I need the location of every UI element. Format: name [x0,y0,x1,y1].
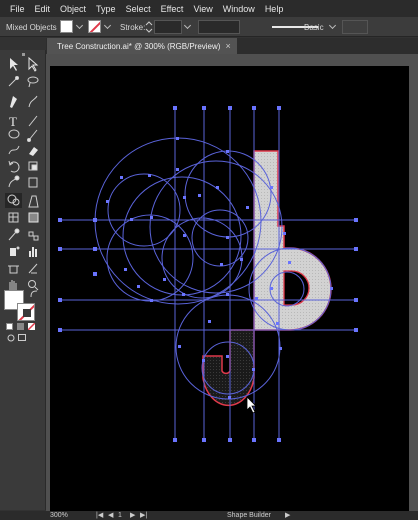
stroke-dropdown-icon[interactable] [103,21,112,30]
last-artboard-icon[interactable]: ▶| [140,511,147,520]
blend-tool-icon[interactable] [28,231,39,241]
scale-tool-icon[interactable] [28,161,38,171]
rotate-tool-icon[interactable] [8,160,20,173]
cursor-icon [246,396,257,414]
draw-normal-icon[interactable] [7,334,15,342]
color-mode-icon[interactable] [6,323,13,330]
variable-width-field[interactable] [198,20,240,34]
fill-swatch[interactable] [60,20,73,33]
menu-select[interactable]: Select [121,4,156,14]
tools-grid: T [5,53,39,291]
artboard[interactable] [50,66,409,511]
selection-label: Mixed Objects [6,22,57,32]
style-label: Basic [304,22,324,32]
slice-tool-icon[interactable] [28,263,38,274]
hand-tool-icon[interactable] [9,280,17,290]
paintbrush-tool-icon[interactable] [27,129,38,142]
pen-tool-icon[interactable] [10,96,17,108]
menu-bar: File Edit Object Type Select Effect View… [0,0,418,17]
style-dropdown-icon[interactable] [328,21,337,30]
artwork [58,106,358,442]
graph-tool-icon[interactable] [29,247,37,257]
gradient-mode-icon[interactable] [17,323,24,330]
direct-selection-tool-icon[interactable] [28,56,39,72]
status-menu-icon[interactable]: ▶ [285,511,290,520]
warp-tool-icon[interactable] [8,175,20,188]
first-artboard-icon[interactable]: |◀ [96,511,103,520]
gradient-tool-icon[interactable] [28,212,39,223]
eraser-tool-icon[interactable] [29,147,38,156]
stroke-label: Stroke: [120,22,146,32]
status-bar: 300% |◀ ◀ 1 ▶ ▶| Shape Builder ▶ [0,511,418,520]
symbol-sprayer-tool-icon[interactable] [10,246,20,256]
menu-edit[interactable]: Edit [30,4,56,14]
swap-colors-icon[interactable] [30,290,38,298]
zoom-level[interactable]: 300% [50,511,68,520]
document-tab-title: Tree Construction.ai* @ 300% (RGB/Previe… [57,41,221,51]
opacity-field[interactable] [342,20,368,34]
type-tool-icon[interactable]: T [9,114,17,129]
magic-wand-tool-icon[interactable] [8,76,19,87]
menu-object[interactable]: Object [55,4,91,14]
perspective-tool-icon[interactable] [28,195,39,208]
stroke-color-swatch[interactable] [17,303,35,321]
none-mode-icon[interactable] [28,323,35,330]
menu-help[interactable]: Help [260,4,289,14]
svg-text:T: T [9,114,17,129]
none-stroke-icon [89,21,100,32]
menu-view[interactable]: View [188,4,217,14]
control-bar: Mixed Objects Stroke: Basic [0,17,418,37]
lasso-tool-icon[interactable] [27,76,39,88]
fill-dropdown-icon[interactable] [75,21,84,30]
free-transform-tool-icon[interactable] [28,177,38,188]
close-icon[interactable]: × [225,41,230,51]
zoom-tool-icon[interactable] [28,280,39,291]
current-tool-label: Shape Builder [227,512,271,519]
ellipse-tool-icon[interactable] [8,129,20,139]
line-tool-icon[interactable] [28,115,38,127]
menu-type[interactable]: Type [91,4,121,14]
stroke-swatch[interactable] [88,20,101,33]
menu-file[interactable]: File [5,4,30,14]
curvature-tool-icon[interactable] [28,95,38,108]
document-tab[interactable]: Tree Construction.ai* @ 300% (RGB/Previe… [47,38,237,54]
mesh-tool-icon[interactable] [8,212,19,223]
none-stroke-icon [18,304,34,320]
selection-tool-icon[interactable] [10,58,18,71]
stroke-weight-dropdown-icon[interactable] [183,21,192,30]
shaper-tool-icon[interactable] [8,145,20,155]
stroke-weight-field[interactable] [154,20,182,34]
screen-mode-icon[interactable] [18,334,26,342]
next-artboard-icon[interactable]: ▶ [130,511,135,520]
menu-effect[interactable]: Effect [156,4,189,14]
prev-artboard-icon[interactable]: ◀ [108,511,113,520]
menu-window[interactable]: Window [218,4,260,14]
eyedropper-tool-icon[interactable] [8,228,20,241]
artboard-tool-icon[interactable] [8,265,19,274]
tools-panel: T [0,50,46,510]
artboard-number[interactable]: 1 [118,511,122,520]
